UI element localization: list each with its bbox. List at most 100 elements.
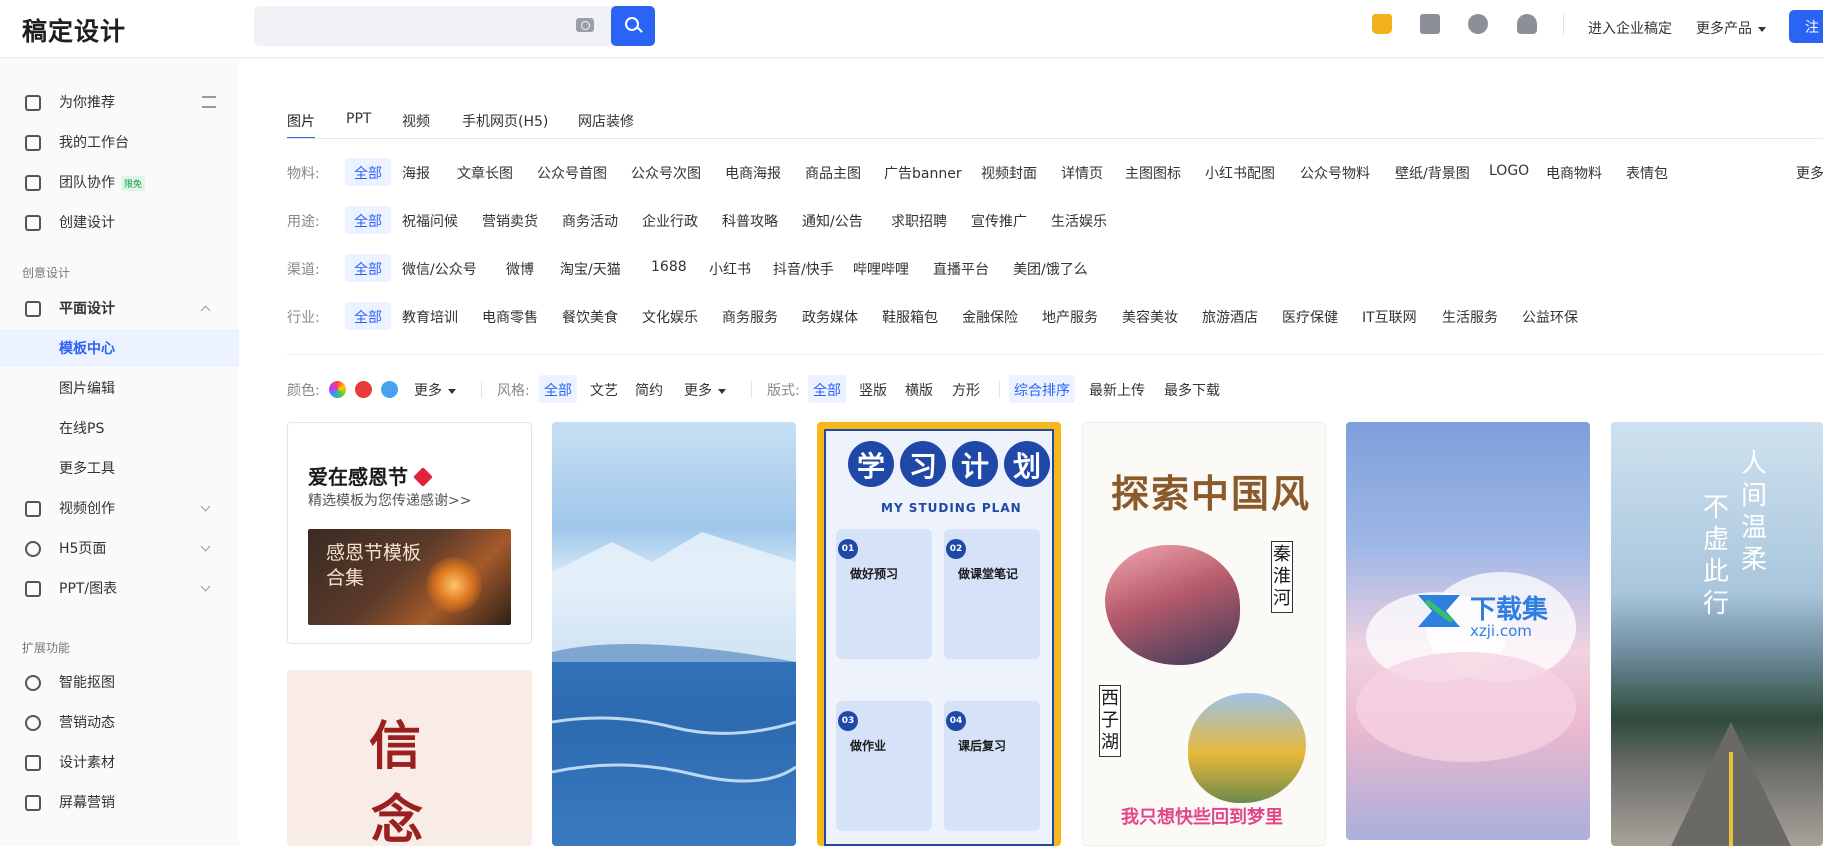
filter-chip[interactable]: 商务活动 bbox=[553, 206, 627, 234]
filter-chip[interactable]: 电商零售 bbox=[473, 302, 547, 330]
template-card-road[interactable]: 人间温柔 不虚此行 bbox=[1611, 422, 1823, 846]
sidebar-item-template-center[interactable]: 模板中心 bbox=[0, 329, 239, 367]
sort-chip[interactable]: 最新上传 bbox=[1084, 375, 1150, 403]
filter-chip[interactable]: 文章长图 bbox=[448, 158, 522, 186]
filter-chip[interactable]: 政务媒体 bbox=[793, 302, 867, 330]
filter-chip[interactable]: 详情页 bbox=[1052, 158, 1112, 186]
enterprise-link[interactable]: 进入企业稿定 bbox=[1588, 18, 1672, 38]
filter-chip[interactable]: 商品主图 bbox=[796, 158, 870, 186]
filter-chip[interactable]: 公众号首图 bbox=[528, 158, 616, 186]
filter-chip[interactable]: 公益环保 bbox=[1513, 302, 1587, 330]
crown-icon[interactable] bbox=[1372, 14, 1392, 34]
sort-chip[interactable]: 综合排序 bbox=[1009, 375, 1075, 403]
filter-chip[interactable]: 文化娱乐 bbox=[633, 302, 707, 330]
filter-chip[interactable]: 抖音/快手 bbox=[764, 254, 843, 282]
filter-chip[interactable]: 科普攻略 bbox=[713, 206, 787, 234]
sidebar-item-team[interactable]: 团队协作 限免 bbox=[0, 163, 239, 201]
filter-chip[interactable]: 全部 bbox=[345, 254, 391, 282]
filter-chip[interactable]: 地产服务 bbox=[1033, 302, 1107, 330]
calendar-icon[interactable] bbox=[1420, 14, 1440, 34]
filter-chip[interactable]: 淘宝/天猫 bbox=[551, 254, 630, 282]
filter-chip[interactable]: 主图图标 bbox=[1116, 158, 1190, 186]
layout-chip[interactable]: 方形 bbox=[947, 375, 985, 403]
search-input[interactable] bbox=[254, 6, 554, 46]
filter-chip[interactable]: 企业行政 bbox=[633, 206, 707, 234]
layout-chip[interactable]: 全部 bbox=[808, 375, 846, 403]
more-products-link[interactable]: 更多产品 bbox=[1696, 18, 1766, 38]
bell-icon[interactable] bbox=[1517, 14, 1537, 34]
style-chip[interactable]: 简约 bbox=[630, 375, 668, 403]
camera-icon[interactable] bbox=[576, 18, 594, 32]
template-card-calligraphy[interactable]: 信 念 bbox=[287, 670, 532, 846]
filter-chip[interactable]: 公众号物料 bbox=[1291, 158, 1379, 186]
filter-chip[interactable]: 生活娱乐 bbox=[1042, 206, 1116, 234]
filter-chip[interactable]: 宣传推广 bbox=[962, 206, 1036, 234]
filter-chip[interactable]: 微博 bbox=[497, 254, 543, 282]
style-chip[interactable]: 文艺 bbox=[585, 375, 623, 403]
filter-chip[interactable]: 鞋服箱包 bbox=[873, 302, 947, 330]
sidebar-item-material[interactable]: 设计素材 bbox=[0, 743, 239, 781]
filter-chip[interactable]: 医疗保健 bbox=[1273, 302, 1347, 330]
sidebar-item-recommend[interactable]: 为你推荐 bbox=[0, 83, 239, 121]
filter-chip[interactable]: 哔哩哔哩 bbox=[844, 254, 918, 282]
filter-chip[interactable]: 商务服务 bbox=[713, 302, 787, 330]
sidebar-item-more-tools[interactable]: 更多工具 bbox=[0, 449, 239, 487]
filter-chip[interactable]: 直播平台 bbox=[924, 254, 998, 282]
more-colors-dropdown[interactable]: 更多 bbox=[409, 375, 461, 403]
filter-chip[interactable]: 金融保险 bbox=[953, 302, 1027, 330]
download-icon[interactable] bbox=[1468, 14, 1488, 34]
sidebar-item-ppt[interactable]: PPT/图表 bbox=[0, 569, 239, 607]
sidebar-item-create[interactable]: 创建设计 bbox=[0, 203, 239, 241]
tab-ppt[interactable]: PPT bbox=[346, 111, 371, 127]
filter-chip[interactable]: 表情包 bbox=[1617, 158, 1677, 186]
sidebar-item-image-edit[interactable]: 图片编辑 bbox=[0, 369, 239, 407]
filter-chip[interactable]: 美团/饿了么 bbox=[1004, 254, 1097, 282]
sidebar-item-video[interactable]: 视频创作 bbox=[0, 489, 239, 527]
blue-color-swatch[interactable] bbox=[381, 381, 398, 398]
filter-chip[interactable]: 广告banner bbox=[875, 158, 971, 186]
filter-chip[interactable]: 祝福问候 bbox=[393, 206, 467, 234]
filter-chip[interactable]: 旅游酒店 bbox=[1193, 302, 1267, 330]
filter-chip[interactable]: 全部 bbox=[345, 158, 391, 186]
layout-chip[interactable]: 横版 bbox=[900, 375, 938, 403]
filter-chip[interactable]: 餐饮美食 bbox=[553, 302, 627, 330]
filter-chip[interactable]: 海报 bbox=[393, 158, 439, 186]
filter-chip[interactable]: 1688 bbox=[642, 254, 696, 282]
filter-chip[interactable]: 求职招聘 bbox=[882, 206, 956, 234]
tab-shop[interactable]: 网店装修 bbox=[578, 111, 634, 131]
filter-chip[interactable]: 小红书配图 bbox=[1196, 158, 1284, 186]
rainbow-color-swatch[interactable] bbox=[329, 381, 346, 398]
template-card-study-plan[interactable]: 学 习 计 划 MY STUDING PLAN 01 02 03 04 做好预习… bbox=[817, 422, 1061, 846]
filter-chip[interactable]: 小红书 bbox=[700, 254, 760, 282]
filter-chip[interactable]: 全部 bbox=[345, 206, 391, 234]
layout-chip[interactable]: 竖版 bbox=[854, 375, 892, 403]
filter-chip[interactable]: 电商海报 bbox=[716, 158, 790, 186]
more-filter-button[interactable]: 更多 bbox=[1787, 158, 1823, 186]
template-card-sea-painting[interactable] bbox=[552, 422, 796, 846]
sidebar-item-cutout[interactable]: 智能抠图 bbox=[0, 663, 239, 701]
filter-chip[interactable]: 营销卖货 bbox=[473, 206, 547, 234]
style-chip[interactable]: 全部 bbox=[539, 375, 577, 403]
filter-chip[interactable]: 壁纸/背景图 bbox=[1386, 158, 1479, 186]
tab-video[interactable]: 视频 bbox=[402, 111, 430, 131]
sidebar-item-online-ps[interactable]: 在线PS bbox=[0, 409, 239, 447]
red-color-swatch[interactable] bbox=[355, 381, 372, 398]
logo[interactable]: 稿定设计 bbox=[22, 12, 126, 48]
register-button[interactable]: 注 bbox=[1789, 10, 1823, 43]
sidebar-item-graphic[interactable]: 平面设计 bbox=[0, 289, 239, 327]
search-button[interactable] bbox=[611, 6, 655, 46]
more-styles-dropdown[interactable]: 更多 bbox=[679, 375, 731, 403]
sidebar-item-marketing[interactable]: 营销动态 bbox=[0, 703, 239, 741]
filter-chip[interactable]: 教育培训 bbox=[393, 302, 467, 330]
filter-chip[interactable]: 微信/公众号 bbox=[393, 254, 486, 282]
tab-h5[interactable]: 手机网页(H5) bbox=[462, 111, 548, 131]
filter-chip[interactable]: 生活服务 bbox=[1433, 302, 1507, 330]
template-card-chinese-style[interactable]: 探索中国风 秦淮河 西子湖 我只想快些回到梦里 bbox=[1082, 422, 1326, 846]
sidebar-item-workspace[interactable]: 我的工作台 bbox=[0, 123, 239, 161]
filter-chip[interactable]: 美容美妆 bbox=[1113, 302, 1187, 330]
template-card-thanksgiving[interactable]: 爱在感恩节 精选模板为您传递感谢>> 感恩节模板合集 bbox=[287, 422, 532, 644]
adjust-icon[interactable] bbox=[202, 96, 216, 108]
sidebar-item-h5[interactable]: H5页面 bbox=[0, 529, 239, 567]
filter-chip[interactable]: 公众号次图 bbox=[622, 158, 710, 186]
filter-chip[interactable]: 视频封面 bbox=[972, 158, 1046, 186]
